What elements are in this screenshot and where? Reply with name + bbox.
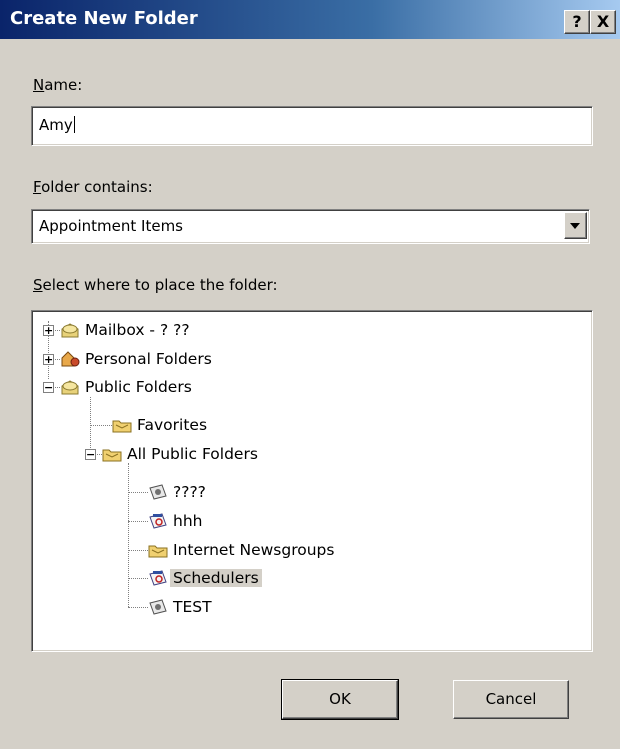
calendar-folder-icon <box>149 513 167 529</box>
folder-contains-value: Appointment Items <box>39 217 183 235</box>
mailbox-icon <box>61 323 79 338</box>
tree-item-hhh[interactable]: hhh <box>148 509 205 533</box>
folder-contains-label: Folder contains: <box>33 178 153 196</box>
tree-item-all-public-folders[interactable]: All Public Folders <box>102 442 261 466</box>
title-bar: Create New Folder ? X <box>0 0 620 39</box>
public-folders-icon <box>61 380 79 395</box>
text-caret <box>73 116 75 133</box>
tree-item-public-folders[interactable]: Public Folders <box>60 375 195 399</box>
tree-item-test[interactable]: TEST <box>148 595 215 619</box>
folder-icon <box>102 449 122 462</box>
tree-item-internet-newsgroups[interactable]: Internet Newsgroups <box>148 538 337 562</box>
window-title: Create New Folder <box>10 8 198 29</box>
name-input[interactable]: Amy <box>31 106 593 146</box>
ok-button[interactable]: OK <box>281 679 399 720</box>
expand-personal-folders-toggle[interactable]: + <box>43 354 54 365</box>
name-label: Name: <box>33 76 83 94</box>
dropdown-arrow-button[interactable] <box>564 212 587 239</box>
tree-item-mailbox[interactable]: Mailbox - ? ?? <box>60 318 193 342</box>
tree-item-personal-folders[interactable]: Personal Folders <box>60 347 215 371</box>
collapse-all-public-folders-toggle[interactable]: − <box>85 449 96 460</box>
tree-item-favorites[interactable]: Favorites <box>112 413 210 437</box>
cancel-button[interactable]: Cancel <box>453 680 569 719</box>
folder-tree[interactable]: + + − − Mailbox - ? ?? Personal Folders … <box>31 310 593 652</box>
tree-label: Select where to place the folder: <box>33 276 278 294</box>
collapse-public-folders-toggle[interactable]: − <box>43 382 54 393</box>
personal-folders-icon <box>61 351 80 367</box>
contacts-folder-icon <box>149 599 167 615</box>
expand-mailbox-toggle[interactable]: + <box>43 325 54 336</box>
tree-item-unnamed[interactable]: ???? <box>148 480 209 504</box>
folder-icon <box>112 420 132 433</box>
tree-item-schedulers[interactable]: Schedulers <box>148 566 262 590</box>
contacts-folder-icon <box>149 484 167 500</box>
close-button[interactable]: X <box>590 10 616 34</box>
name-input-value: Amy <box>39 116 73 134</box>
calendar-folder-icon <box>149 570 167 586</box>
help-button[interactable]: ? <box>564 10 590 34</box>
folder-icon <box>148 545 168 558</box>
folder-contains-select[interactable]: Appointment Items <box>31 209 590 244</box>
